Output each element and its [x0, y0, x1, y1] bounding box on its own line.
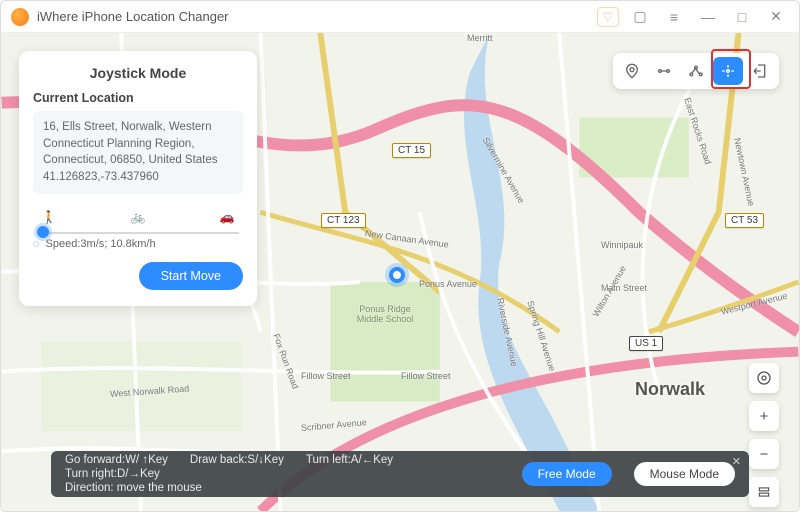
- mode-one-stop-icon[interactable]: [649, 57, 679, 85]
- start-move-button[interactable]: Start Move: [139, 262, 243, 290]
- keyboard-hint-bar: Go forward:W/ ↑Key Draw back:S/↓Key Turn…: [51, 451, 749, 497]
- panel-title: Joystick Mode: [33, 65, 243, 81]
- hint-direction: Direction: move the mouse: [65, 482, 500, 494]
- hint-forward: Go forward:W/ ↑Key: [65, 454, 168, 466]
- transport-selector: 🚶 🚲 🚗: [33, 208, 243, 224]
- map-controls: + −: [749, 363, 779, 507]
- bike-icon[interactable]: 🚲: [126, 210, 150, 224]
- car-icon[interactable]: 🚗: [215, 210, 239, 224]
- mode-joystick-icon[interactable]: [713, 57, 743, 85]
- speed-readout: ◌ Speed:3m/s; 10.8km/h: [33, 238, 243, 250]
- minimize-button[interactable]: ―: [695, 6, 721, 28]
- current-location-label: Current Location: [33, 91, 243, 105]
- map-city-label: Norwalk: [635, 379, 705, 400]
- street-ponus: Ponus Avenue: [419, 279, 477, 289]
- street-fillow-1: Fillow Street: [301, 371, 351, 381]
- current-location-value: 16, Ells Street, Norwalk, Western Connec…: [33, 111, 243, 194]
- place-ponus-school: Ponus Ridge Middle School: [355, 304, 415, 324]
- route-badge-ct123: CT 123: [321, 213, 366, 228]
- layers-button[interactable]: [749, 477, 779, 507]
- mode-export-icon[interactable]: [745, 57, 775, 85]
- hint-text-group: Go forward:W/ ↑Key Draw back:S/↓Key Turn…: [65, 454, 500, 494]
- speed-slider[interactable]: [37, 226, 239, 228]
- walk-icon[interactable]: 🚶: [37, 210, 61, 224]
- zoom-out-button[interactable]: −: [749, 439, 779, 469]
- content-area: Norwalk CT 15 CT 123 CT 53 US 1 Merritt …: [1, 33, 799, 511]
- recenter-button[interactable]: [749, 363, 779, 393]
- hint-close-icon[interactable]: ✕: [732, 455, 741, 468]
- hint-back: Draw back:S/↓Key: [190, 454, 284, 466]
- joystick-panel: Joystick Mode Current Location 16, Ells …: [19, 51, 257, 306]
- app-window: iWhere iPhone Location Changer ♡ ▢ ≡ ― □…: [0, 0, 800, 512]
- current-location-marker[interactable]: [389, 267, 405, 283]
- hint-left: Turn left:A/←Key: [306, 454, 393, 466]
- close-button[interactable]: ✕: [763, 6, 789, 28]
- street-merritt: Merritt: [467, 33, 493, 43]
- menu-icon[interactable]: ≡: [661, 6, 687, 28]
- favorite-icon[interactable]: ♡: [597, 7, 619, 27]
- route-badge-ct53: CT 53: [725, 213, 764, 228]
- speedometer-icon: ◌: [33, 238, 40, 250]
- street-fillow-2: Fillow Street: [401, 371, 451, 381]
- maximize-button[interactable]: □: [729, 6, 755, 28]
- titlebar: iWhere iPhone Location Changer ♡ ▢ ≡ ― □…: [1, 1, 799, 33]
- free-mode-button[interactable]: Free Mode: [522, 462, 612, 486]
- route-badge-us1: US 1: [629, 336, 663, 351]
- mode-multi-stop-icon[interactable]: [681, 57, 711, 85]
- speed-value: Speed:3m/s; 10.8km/h: [46, 238, 156, 250]
- app-logo-icon: [11, 8, 29, 26]
- zoom-in-button[interactable]: +: [749, 401, 779, 431]
- place-winnipauk: Winnipauk: [601, 240, 643, 250]
- hint-right: Turn right:D/→Key: [65, 468, 160, 480]
- mode-toolbar: [613, 53, 779, 89]
- app-title: iWhere iPhone Location Changer: [37, 9, 229, 24]
- mouse-mode-button[interactable]: Mouse Mode: [634, 462, 735, 486]
- route-badge-ct15: CT 15: [392, 143, 431, 158]
- mode-modify-location-icon[interactable]: [617, 57, 647, 85]
- feedback-icon[interactable]: ▢: [627, 6, 653, 28]
